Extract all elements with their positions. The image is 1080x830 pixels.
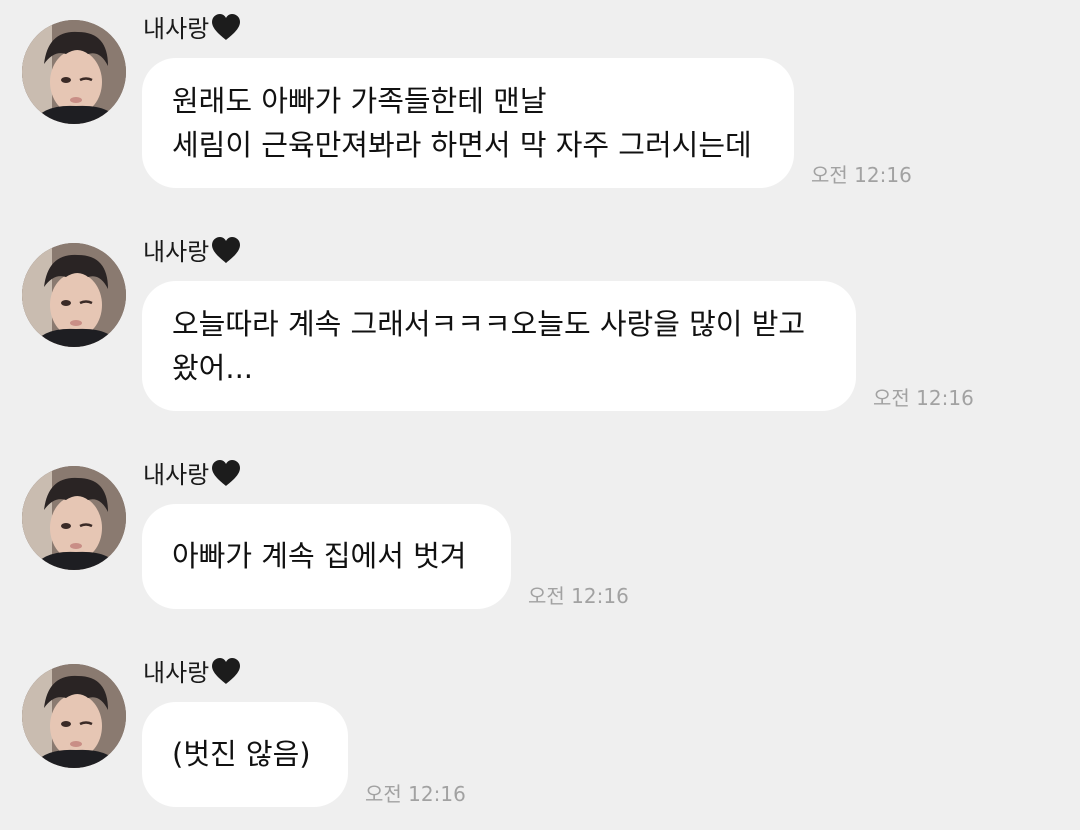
message-bubble[interactable]: 원래도 아빠가 가족들한테 맨날 세림이 근육만져봐라 하면서 막 자주 그러시… [142, 58, 794, 188]
sender-name: 내사랑 [143, 13, 241, 47]
sender-name-text: 내사랑 [143, 238, 210, 266]
black-heart-icon [211, 13, 241, 47]
sender-name: 내사랑 [143, 236, 241, 270]
sender-avatar[interactable] [22, 466, 126, 570]
sender-avatar[interactable] [22, 243, 126, 347]
black-heart-icon [211, 459, 241, 493]
sender-name-text: 내사랑 [143, 15, 210, 43]
sender-name: 내사랑 [143, 657, 241, 691]
message-bubble[interactable]: 오늘따라 계속 그래서ㅋㅋㅋ오늘도 사랑을 많이 받고 왔어... [142, 281, 856, 411]
black-heart-icon [211, 236, 241, 270]
message-bubble[interactable]: (벗진 않음) [142, 702, 348, 807]
message-line: (벗진 않음) [172, 737, 311, 771]
message-timestamp: 오전 12:16 [811, 163, 912, 187]
message-line: 세림이 근육만져봐라 하면서 막 자주 그러시는데 [172, 128, 752, 162]
message-timestamp: 오전 12:16 [365, 782, 466, 806]
message-timestamp: 오전 12:16 [528, 584, 629, 608]
black-heart-icon [211, 657, 241, 691]
message-line: 원래도 아빠가 가족들한테 맨날 [172, 84, 547, 118]
message-line: 아빠가 계속 집에서 벗겨 [172, 539, 467, 573]
sender-avatar[interactable] [22, 664, 126, 768]
sender-name-text: 내사랑 [143, 659, 210, 687]
sender-name: 내사랑 [143, 459, 241, 493]
sender-name-text: 내사랑 [143, 461, 210, 489]
message-bubble[interactable]: 아빠가 계속 집에서 벗겨 [142, 504, 511, 609]
message-line: 왔어... [172, 351, 254, 385]
message-line: 오늘따라 계속 그래서ㅋㅋㅋ오늘도 사랑을 많이 받고 [172, 307, 806, 341]
sender-avatar[interactable] [22, 20, 126, 124]
message-timestamp: 오전 12:16 [873, 386, 974, 410]
